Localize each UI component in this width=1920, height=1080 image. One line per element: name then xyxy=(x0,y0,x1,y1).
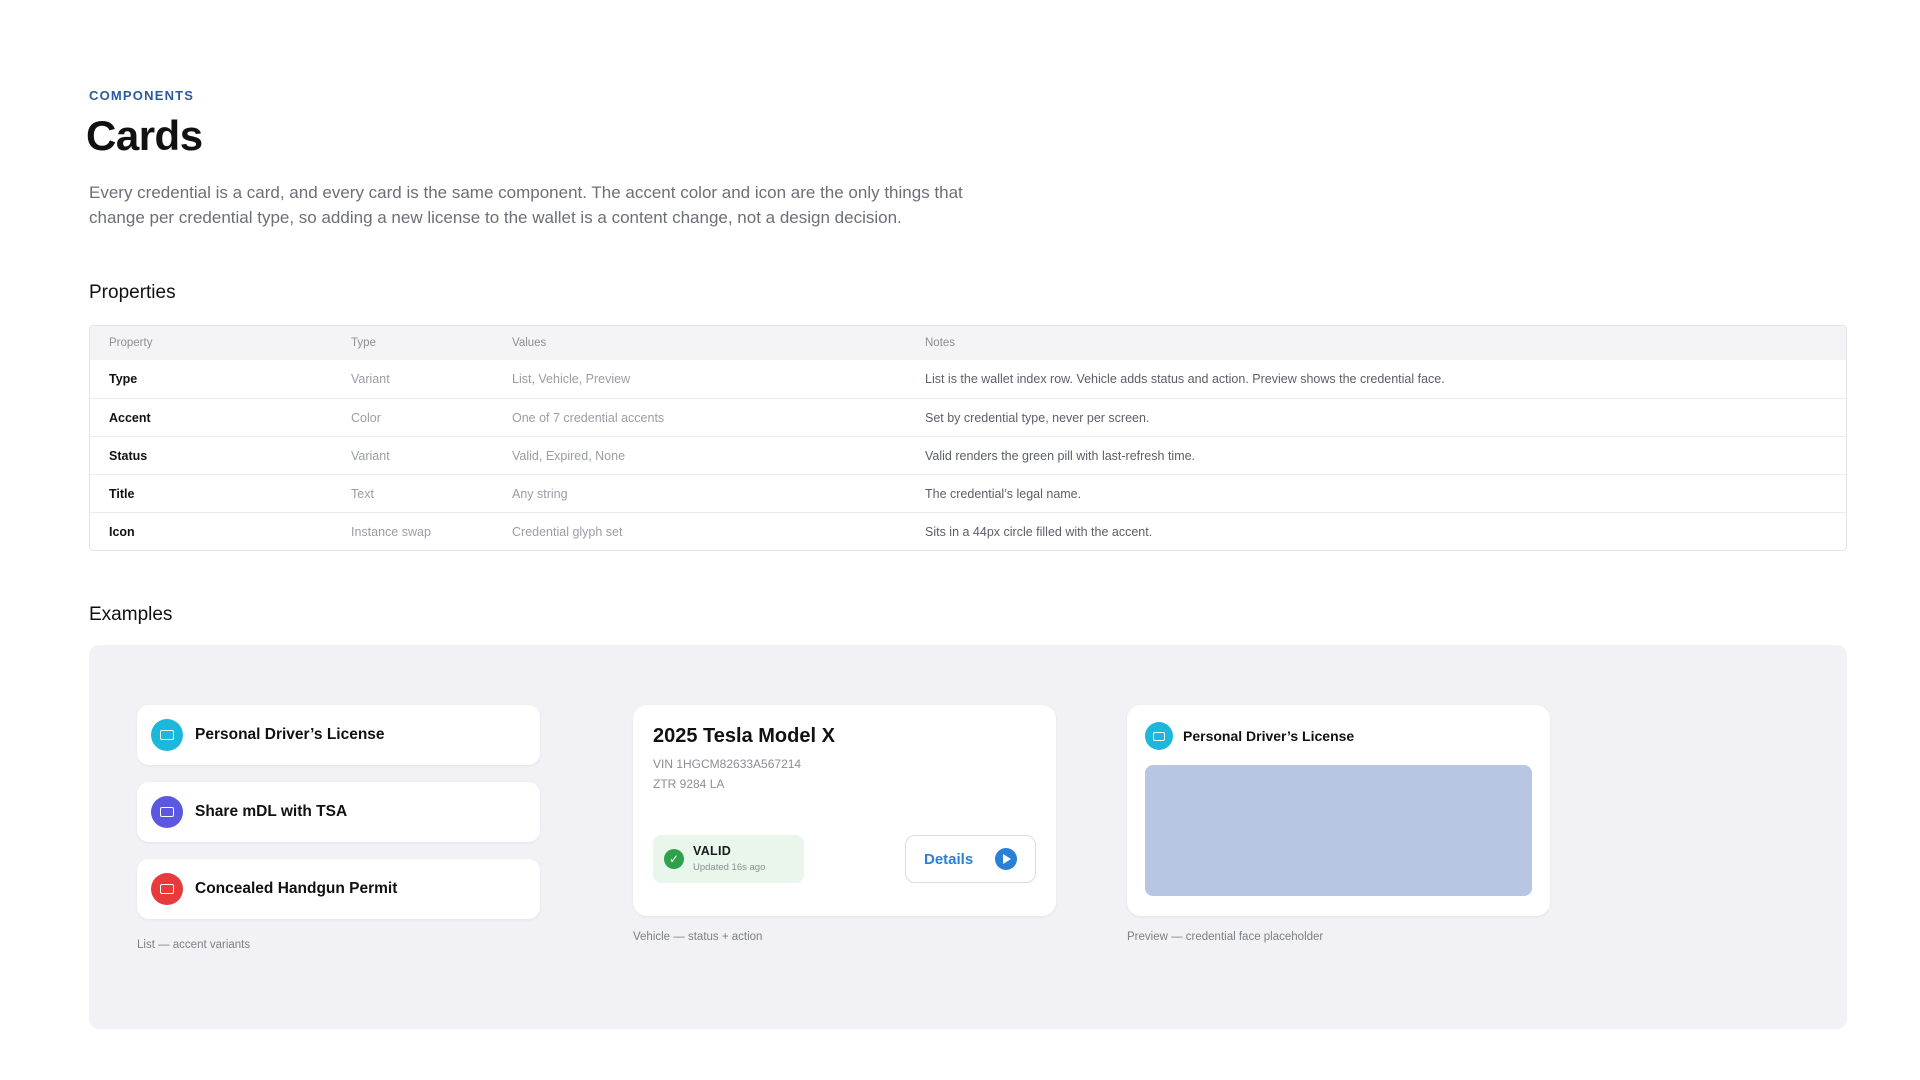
list-card-title: Concealed Handgun Permit xyxy=(195,880,398,897)
properties-table: Property Type Values Notes Type Variant … xyxy=(89,325,1847,551)
details-button[interactable]: Details xyxy=(905,835,1036,883)
values-cell: List, Vehicle, Preview xyxy=(512,372,631,386)
table-header-row: Property Type Values Notes xyxy=(90,326,1846,360)
type-cell: Variant xyxy=(351,372,390,386)
list-card-share-mdl[interactable]: Share mDL with TSA xyxy=(137,782,540,842)
type-cell: Text xyxy=(351,486,374,501)
table-row: Title Text Any string The credential’s l… xyxy=(90,474,1846,512)
status-label: VALID xyxy=(693,844,732,858)
status-updated: Updated 16s ago xyxy=(693,862,766,873)
column-header: Property xyxy=(109,337,153,349)
examples-panel: Personal Driver’s License Share mDL with… xyxy=(89,645,1847,1029)
type-cell: Instance swap xyxy=(351,524,431,539)
id-card-icon xyxy=(151,796,183,828)
id-card-icon xyxy=(151,873,183,905)
vehicle-plate: ZTR 9284 LA xyxy=(653,777,725,791)
column-header: Type xyxy=(351,337,376,349)
property-cell: Type xyxy=(109,372,138,386)
status-badge: ✓ VALID Updated 16s ago xyxy=(653,835,804,883)
notes-cell: Set by credential type, never per screen… xyxy=(925,410,1150,425)
properties-heading: Properties xyxy=(89,282,176,303)
id-card-icon xyxy=(151,719,183,751)
column-header: Notes xyxy=(925,337,956,349)
list-caption: List — accent variants xyxy=(137,939,251,951)
list-card-title: Share mDL with TSA xyxy=(195,803,348,820)
notes-cell: Valid renders the green pill with last-r… xyxy=(925,448,1196,463)
notes-cell: Sits in a 44px circle filled with the ac… xyxy=(925,524,1153,539)
property-cell: Icon xyxy=(109,524,135,539)
column-header: Values xyxy=(512,337,547,349)
preview-card[interactable]: Personal Driver’s License xyxy=(1127,705,1550,916)
values-cell: Credential glyph set xyxy=(512,524,623,539)
notes-cell: List is the wallet index row. Vehicle ad… xyxy=(925,372,1445,386)
property-cell: Title xyxy=(109,486,135,501)
preview-caption: Preview — credential face placeholder xyxy=(1127,931,1324,943)
type-cell: Variant xyxy=(351,448,390,463)
examples-heading: Examples xyxy=(89,604,173,625)
eyebrow-label: COMPONENTS xyxy=(89,88,195,103)
table-row: Icon Instance swap Credential glyph set … xyxy=(90,512,1846,550)
table-body: Type Variant List, Vehicle, Preview List… xyxy=(90,360,1846,550)
notes-cell: The credential’s legal name. xyxy=(925,486,1082,501)
id-card-icon xyxy=(1145,722,1173,750)
property-cell: Accent xyxy=(109,410,151,425)
table-row: Type Variant List, Vehicle, Preview List… xyxy=(90,360,1846,398)
table-row: Accent Color One of 7 credential accents… xyxy=(90,398,1846,436)
vehicle-card[interactable]: 2025 Tesla Model X VIN 1HGCM82633A567214… xyxy=(633,705,1056,916)
values-cell: Any string xyxy=(512,486,568,501)
details-label: Details xyxy=(924,850,974,868)
preview-header: Personal Driver’s License xyxy=(1145,722,1354,750)
values-cell: Valid, Expired, None xyxy=(512,448,626,463)
list-card-handgun-permit[interactable]: Concealed Handgun Permit xyxy=(137,859,540,919)
check-icon: ✓ xyxy=(664,849,684,869)
vehicle-title: 2025 Tesla Model X xyxy=(653,725,835,747)
credential-face-placeholder xyxy=(1145,765,1532,896)
table-row: Status Variant Valid, Expired, None Vali… xyxy=(90,436,1846,474)
preview-title: Personal Driver’s License xyxy=(1183,728,1355,744)
vehicle-vin: VIN 1HGCM82633A567214 xyxy=(653,757,802,771)
values-cell: One of 7 credential accents xyxy=(512,410,665,425)
type-cell: Color xyxy=(351,410,381,425)
list-card-title: Personal Driver’s License xyxy=(195,726,385,743)
list-card-drivers-license[interactable]: Personal Driver’s License xyxy=(137,705,540,765)
arrow-right-icon xyxy=(995,848,1018,870)
intro-paragraph: Every credential is a card, and every ca… xyxy=(89,183,963,227)
page-title: Cards xyxy=(86,112,203,159)
vehicle-caption: Vehicle — status + action xyxy=(633,931,763,943)
property-cell: Status xyxy=(109,448,148,463)
